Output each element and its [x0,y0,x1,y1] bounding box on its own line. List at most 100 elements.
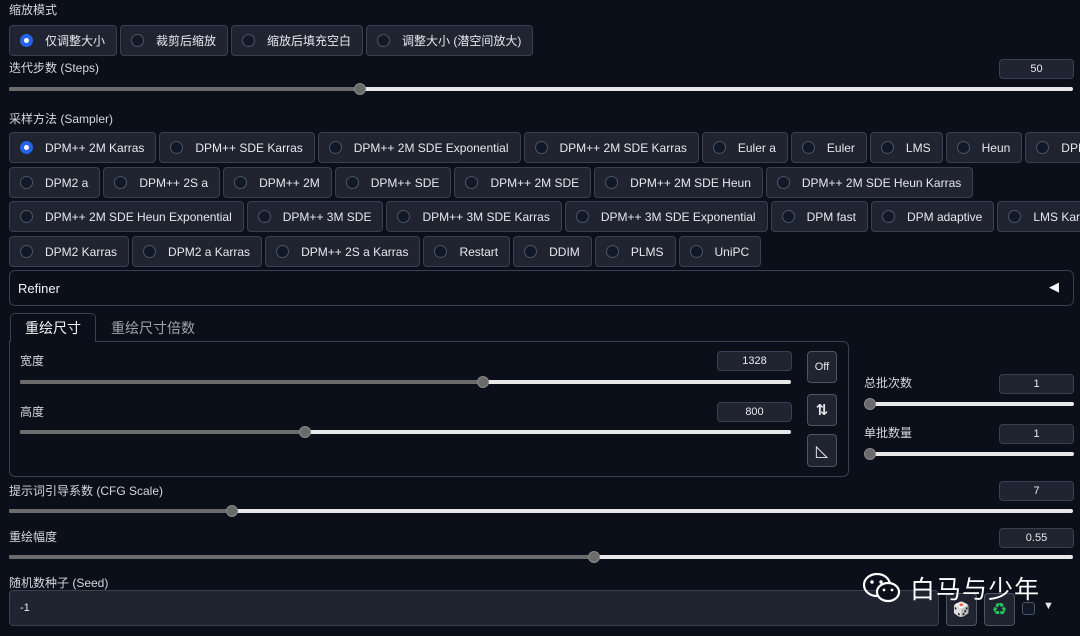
sampler-option[interactable]: DPM2 a Karras [132,236,263,267]
tab-resize-scale[interactable]: 重绘尺寸倍数 [97,313,209,342]
radio-circle-icon [143,245,157,258]
sampler-option[interactable]: DPM2 [1025,132,1080,163]
sampler-option[interactable]: DPM++ 3M SDE Exponential [564,201,768,232]
resize-mode-option[interactable]: 缩放后填充空白 [231,25,364,56]
radio-label: Heun [981,140,1011,155]
denoise-input[interactable]: 0.55 [999,528,1074,548]
radio-circle-icon [956,141,970,154]
radio-circle-icon [801,141,815,154]
radio-label: DPM adaptive [906,209,983,224]
sampler-option[interactable]: Euler a [701,132,788,163]
sampler-option[interactable]: DPM++ 2M SDE [454,167,592,198]
sampler-option[interactable]: DPM++ 3M SDE [246,201,384,232]
radio-label: Euler [826,140,855,155]
sampler-option[interactable]: DPM fast [770,201,868,232]
sampler-label: 采样方法 (Sampler) [9,112,114,126]
radio-label: DPM2 [1061,140,1080,155]
reuse-seed-recycle-icon[interactable]: ♻ [984,593,1015,626]
height-slider[interactable] [20,425,791,439]
width-slider[interactable] [20,375,791,389]
resize-mode-option[interactable]: 调整大小 (潜空间放大) [366,25,534,56]
sampler-option[interactable]: UniPC [678,236,762,267]
batch-count-input[interactable]: 1 [999,374,1074,394]
sampler-option[interactable]: LMS Karras [997,201,1080,232]
sampler-option[interactable]: DPM++ 2M SDE Heun Exponential [9,201,244,232]
sampler-row: DPM++ 2M SDE Heun Exponential DPM++ 3M SD… [9,201,1080,232]
hires-off-button[interactable]: Off [807,351,837,383]
radio-circle-icon [170,141,184,154]
sampler-option[interactable]: Euler [790,132,867,163]
extra-seed-checkbox[interactable] [1022,602,1035,615]
radio-label: DPM++ 3M SDE Exponential [600,209,756,224]
seed-input[interactable]: -1 [9,590,939,626]
sampler-option[interactable]: DPM++ 2S a [103,167,221,198]
radio-label: DPM++ 2S a Karras [301,244,409,259]
radio-label: LMS Karras [1033,209,1080,224]
resize-mode-option[interactable]: 仅调整大小 [9,25,118,56]
batch-count-slider[interactable] [864,397,1074,411]
refiner-accordion[interactable]: Refiner ◀ [9,270,1074,306]
radio-circle-icon [605,245,619,258]
radio-circle-icon [20,210,33,223]
refiner-label: Refiner [18,281,60,296]
radio-label: DPM fast [806,209,856,224]
steps-slider[interactable] [9,82,1073,96]
radio-label: LMS [905,140,931,155]
radio-circle-icon [712,141,726,154]
height-label: 高度 [20,405,45,419]
extra-seed-toggle-icon[interactable]: ▼ [1043,600,1054,612]
radio-circle-icon [1036,141,1050,154]
cfg-scale-input[interactable]: 7 [999,481,1074,501]
radio-circle-icon [242,34,256,47]
sampler-option[interactable]: DPM++ 2M SDE Karras [523,132,699,163]
height-input[interactable]: 800 [717,402,792,422]
sampler-row: DPM2 a DPM++ 2S a DPM++ 2M DPM++ SDE DPM++ 2… [9,167,974,198]
sampler-option[interactable]: LMS [869,132,943,163]
sampler-option[interactable]: DPM++ SDE Karras [159,132,315,163]
tab-resize-size[interactable]: 重绘尺寸 [10,313,96,342]
resize-mode-label: 缩放模式 [9,3,58,17]
sampler-option[interactable]: DPM2 Karras [9,236,130,267]
radio-circle-icon [234,176,248,189]
sampler-option[interactable]: DPM++ 2M [223,167,332,198]
radio-circle-icon [605,176,619,189]
sampler-option[interactable]: DPM++ 2M SDE Heun Karras [765,167,974,198]
sampler-option[interactable]: Restart [423,236,511,267]
radio-label: Restart [459,244,499,259]
width-input[interactable]: 1328 [717,351,792,371]
sampler-option[interactable]: DDIM [513,236,592,267]
radio-circle-icon [257,210,271,223]
swap-dimensions-icon[interactable]: ⇅ [807,394,837,426]
sampler-option[interactable]: DPM2 a [9,167,101,198]
steps-label: 迭代步数 (Steps) [9,61,100,75]
random-seed-dice-icon[interactable]: 🎲 [946,593,977,626]
radio-label: DPM2 Karras [45,244,118,259]
radio-label: DPM++ 2M SDE Exponential [353,140,509,155]
radio-circle-icon [345,176,359,189]
cfg-scale-slider[interactable] [9,504,1073,518]
radio-circle-icon [575,210,589,223]
refiner-toggle-icon[interactable]: ◀ [1049,279,1059,295]
sampler-option[interactable]: DPM++ 2S a Karras [265,236,421,267]
sampler-option[interactable]: DPM++ 2M SDE Exponential [317,132,521,163]
sampler-option[interactable]: DPM++ SDE [334,167,452,198]
sampler-option[interactable]: PLMS [594,236,676,267]
radio-circle-icon [689,245,703,258]
radio-label: DPM++ 2S a [139,175,209,190]
steps-input[interactable]: 50 [999,59,1074,79]
sampler-option[interactable]: DPM++ 2M Karras [9,132,157,163]
radio-circle-icon [114,176,128,189]
sampler-option[interactable]: Heun [945,132,1023,163]
resize-mode-option[interactable]: 裁剪后缩放 [120,25,229,56]
sampler-option[interactable]: DPM++ 2M SDE Heun [594,167,763,198]
aspect-ratio-icon[interactable]: ◺ [807,434,837,467]
batch-size-slider[interactable] [864,447,1074,461]
radio-circle-icon [880,141,894,154]
radio-circle-icon [131,34,145,47]
denoise-slider[interactable] [9,550,1073,564]
batch-size-input[interactable]: 1 [999,424,1074,444]
radio-circle-icon [1008,210,1022,223]
sampler-option[interactable]: DPM adaptive [870,201,995,232]
sampler-option[interactable]: DPM++ 3M SDE Karras [386,201,562,232]
seed-value: -1 [20,602,30,614]
